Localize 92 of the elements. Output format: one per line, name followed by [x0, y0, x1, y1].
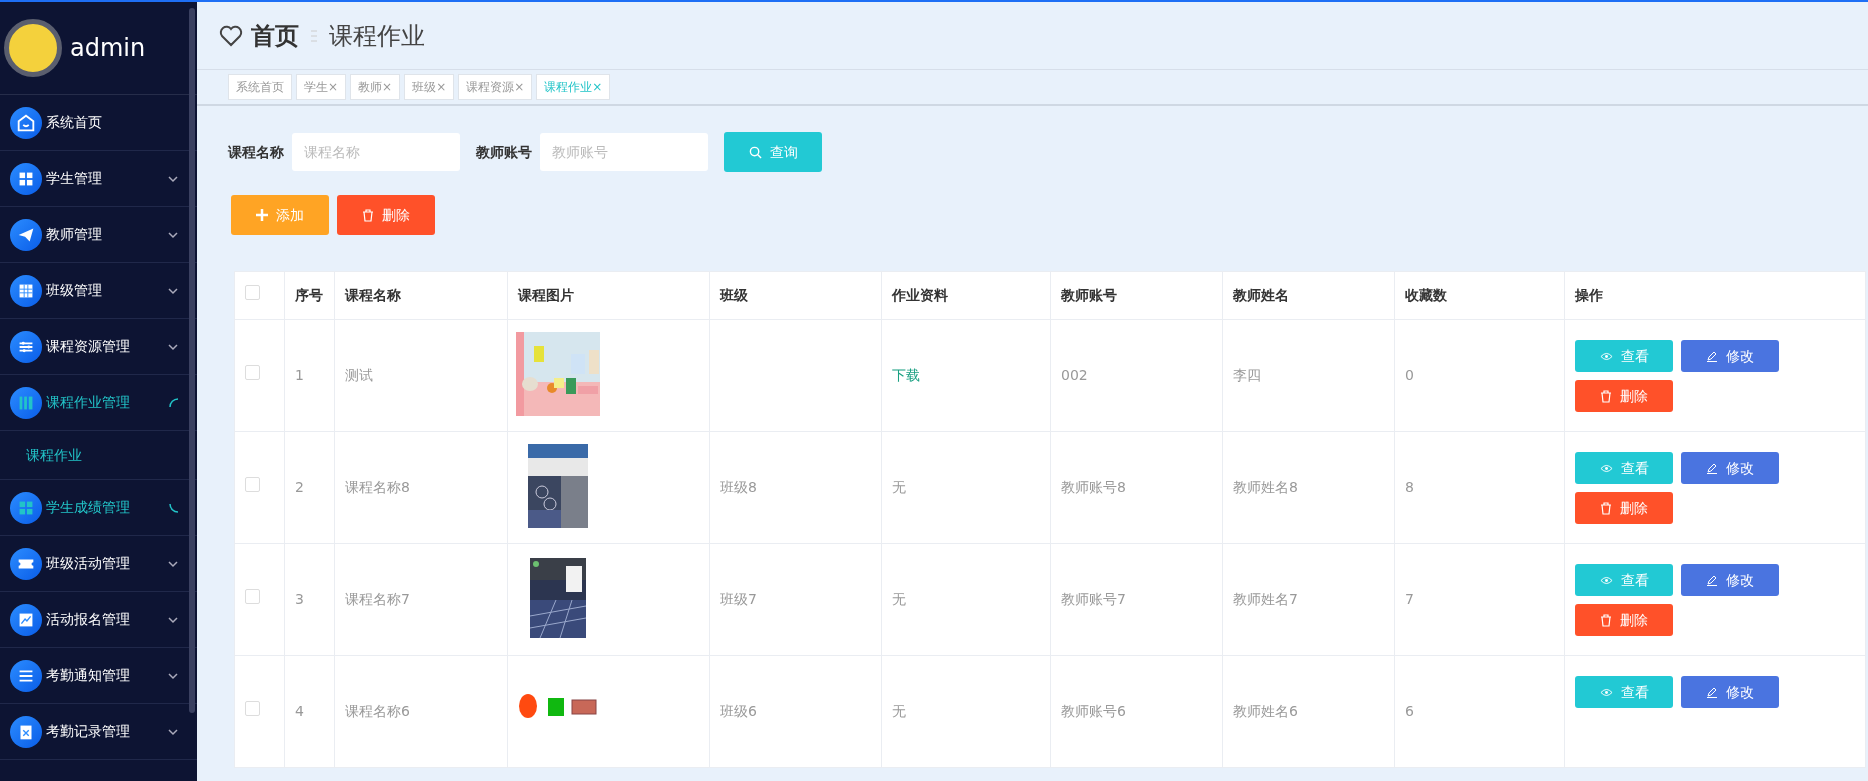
breadcrumb-home[interactable]: 首页: [251, 17, 299, 54]
table-cell: 0: [1405, 367, 1414, 383]
sidebar-item[interactable]: 教师管理: [46, 224, 102, 245]
sidebar-item[interactable]: 考勤记录管理: [46, 721, 130, 742]
table-cell: 课程名称6: [345, 703, 410, 719]
column-header: 课程名称: [345, 287, 401, 303]
row-checkbox[interactable]: [245, 477, 260, 492]
sidebar-item[interactable]: 课程资源管理: [46, 336, 130, 357]
tab[interactable]: 班级×: [404, 74, 455, 100]
input-field[interactable]: 课程名称: [292, 133, 460, 171]
pencil-icon: [1706, 574, 1718, 586]
table-cell: 课程名称8: [345, 479, 410, 495]
row-checkbox[interactable]: [245, 365, 260, 380]
submenu-item[interactable]: 课程作业: [26, 444, 82, 466]
table-cell: 002: [1061, 367, 1088, 383]
tab[interactable]: 系统首页: [228, 74, 292, 100]
select-all-checkbox[interactable]: [245, 285, 260, 300]
table-cell: 8: [1405, 479, 1414, 495]
column-header: 作业资料: [892, 287, 948, 303]
separator-icon: [311, 28, 317, 43]
edit-button[interactable]: 修改: [1681, 452, 1779, 484]
eye-icon: [1599, 463, 1613, 473]
sidebar-item[interactable]: 学生管理: [46, 168, 102, 189]
table-cell: 教师姓名6: [1233, 703, 1298, 719]
heart-icon: [219, 24, 243, 47]
table-cell: 课程名称7: [345, 591, 410, 607]
sidebar-item[interactable]: 活动报名管理: [46, 609, 130, 630]
sidebar-item[interactable]: 班级活动管理: [46, 553, 130, 574]
tab[interactable]: 课程资源×: [458, 74, 533, 100]
field-label: 课程名称: [228, 142, 284, 162]
table-cell: 教师姓名7: [1233, 591, 1298, 607]
column-header: 教师姓名: [1233, 287, 1289, 303]
tab[interactable]: 学生×: [296, 74, 347, 100]
table-cell: 6: [1405, 703, 1414, 719]
eye-icon: [1599, 575, 1613, 585]
column-header: 教师账号: [1061, 287, 1117, 303]
table-cell: 1: [295, 367, 304, 383]
delete-button[interactable]: 删除: [1575, 492, 1673, 524]
table-cell: 教师账号8: [1061, 479, 1126, 495]
table-cell: 班级8: [720, 479, 757, 495]
delete-button[interactable]: 删除: [1575, 380, 1673, 412]
search-icon: [748, 145, 762, 159]
user-name: admin: [70, 33, 146, 64]
column-header: 班级: [720, 287, 748, 303]
plus-icon: [256, 209, 268, 221]
page-title: 课程作业: [329, 20, 425, 52]
sidebar-item[interactable]: 课程作业管理: [46, 392, 130, 413]
table-cell: 无: [892, 591, 906, 607]
column-header: 操作: [1575, 287, 1603, 303]
edit-button[interactable]: 修改: [1681, 676, 1779, 708]
field-label: 教师账号: [476, 142, 532, 162]
table-cell: 4: [295, 703, 304, 719]
table-cell: 教师账号7: [1061, 591, 1126, 607]
eye-icon: [1599, 687, 1613, 697]
scrollbar[interactable]: [189, 8, 195, 713]
column-header: 收藏数: [1405, 287, 1447, 303]
input-field[interactable]: 教师账号: [540, 133, 708, 171]
trash-icon: [1600, 613, 1612, 627]
table-cell: 教师账号6: [1061, 703, 1126, 719]
table-cell: 测试: [345, 367, 373, 383]
column-header: 序号: [295, 287, 323, 303]
pencil-icon: [1706, 462, 1718, 474]
pencil-icon: [1706, 350, 1718, 362]
delete-button[interactable]: 删除: [337, 195, 435, 235]
sidebar-item[interactable]: 考勤通知管理: [46, 665, 130, 686]
table-cell: 3: [295, 591, 304, 607]
trash-icon: [1600, 501, 1612, 515]
user-avatar: [4, 19, 62, 77]
download-link[interactable]: 下载: [892, 367, 920, 383]
sidebar-item[interactable]: 学生成绩管理: [46, 497, 130, 518]
trash-icon: [1600, 389, 1612, 403]
trash-icon: [362, 208, 374, 222]
sidebar-item[interactable]: 系统首页: [46, 112, 102, 133]
eye-icon: [1599, 351, 1613, 361]
edit-button[interactable]: 修改: [1681, 564, 1779, 596]
table-cell: 无: [892, 703, 906, 719]
sidebar-item[interactable]: 班级管理: [46, 280, 102, 301]
pencil-icon: [1706, 686, 1718, 698]
tab[interactable]: 教师×: [350, 74, 401, 100]
table-cell: 李四: [1233, 367, 1261, 383]
table-cell: 2: [295, 479, 304, 495]
table-cell: 教师姓名8: [1233, 479, 1298, 495]
tab[interactable]: 课程作业×: [536, 74, 611, 100]
column-header: 课程图片: [518, 287, 574, 303]
row-checkbox[interactable]: [245, 701, 260, 716]
delete-button[interactable]: 删除: [1575, 604, 1673, 636]
edit-button[interactable]: 修改: [1681, 340, 1779, 372]
table-cell: 班级7: [720, 591, 757, 607]
table-cell: 无: [892, 479, 906, 495]
row-checkbox[interactable]: [245, 589, 260, 604]
table-cell: 班级6: [720, 703, 757, 719]
table-cell: 7: [1405, 591, 1414, 607]
